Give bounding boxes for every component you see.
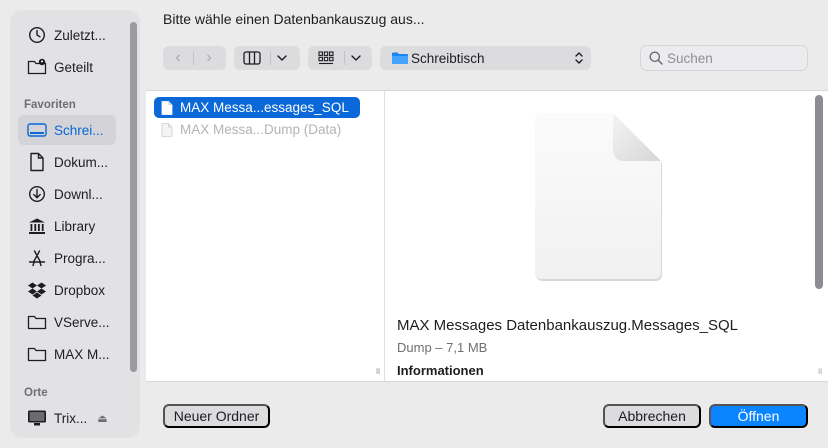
column-resize-handle[interactable]: ॥ xyxy=(817,364,822,377)
folder-icon xyxy=(392,52,408,64)
preview-scrollbar[interactable] xyxy=(815,95,823,289)
applications-icon xyxy=(26,247,48,269)
open-button[interactable]: Öffnen xyxy=(709,404,808,428)
sidebar-item-shared[interactable]: Geteilt xyxy=(18,52,116,82)
clock-icon xyxy=(26,24,48,46)
sidebar-item-vserver[interactable]: VServe... xyxy=(18,307,116,337)
sidebar-item-label: VServe... xyxy=(54,314,110,330)
sidebar-item-applications[interactable]: Progra... xyxy=(18,243,116,273)
file-column: MAX Messa...essages_SQL MAX Messa...Dump… xyxy=(146,91,384,381)
sidebar-item-recents[interactable]: Zuletzt... xyxy=(18,20,116,50)
grid-view-icon xyxy=(308,46,344,70)
sidebar-item-documents[interactable]: Dokum... xyxy=(18,147,116,177)
file-row: MAX Messa...Dump (Data) xyxy=(154,119,360,140)
sidebar-item-desktop[interactable]: Schrei... xyxy=(18,115,116,145)
cancel-button[interactable]: Abbrechen xyxy=(603,404,701,428)
sidebar-item-label: Progra... xyxy=(54,250,106,266)
chevron-down-icon xyxy=(345,46,367,70)
column-resize-handle[interactable]: ॥ xyxy=(375,364,380,377)
folder-icon xyxy=(26,311,48,333)
sidebar-item-label: Zuletzt... xyxy=(54,27,106,43)
shared-folder-icon xyxy=(26,56,48,78)
new-folder-button[interactable]: Neuer Ordner xyxy=(163,404,270,428)
search-icon xyxy=(649,51,663,65)
file-name: MAX Messa...Dump (Data) xyxy=(180,122,342,137)
sidebar-item-label: Dropbox xyxy=(54,282,106,298)
library-icon xyxy=(26,215,48,237)
sidebar-item-label: MAX M... xyxy=(54,346,110,362)
sidebar-item-downloads[interactable]: Downl... xyxy=(18,179,116,209)
sidebar-item-trix[interactable]: Trix... ⏏ xyxy=(18,403,116,433)
sidebar-item-label: Schrei... xyxy=(54,122,104,138)
location-popup[interactable]: Schreibtisch xyxy=(380,46,591,70)
download-icon xyxy=(26,183,48,205)
folder-icon xyxy=(26,343,48,365)
sidebar-item-max-messages[interactable]: MAX M... xyxy=(18,339,116,369)
document-preview-icon xyxy=(535,113,662,281)
desktop-icon xyxy=(26,119,48,141)
search-input[interactable] xyxy=(667,50,797,66)
sidebar-item-library[interactable]: Library xyxy=(18,211,116,241)
sidebar: Zuletzt... Geteilt Favoriten Schrei... D… xyxy=(10,10,140,438)
forward-button[interactable]: › xyxy=(194,46,224,70)
back-button[interactable]: ‹ xyxy=(163,46,193,70)
sidebar-item-label: Geteilt xyxy=(54,59,94,75)
group-by-popup[interactable] xyxy=(308,46,372,70)
favorites-header: Favoriten xyxy=(24,99,76,111)
file-browser: MAX Messa...essages_SQL MAX Messa...Dump… xyxy=(146,90,828,382)
preview-file-meta: Dump – 7,1 MB xyxy=(397,340,488,355)
view-mode-popup[interactable] xyxy=(234,46,300,70)
dropbox-icon xyxy=(26,279,48,301)
file-row[interactable]: MAX Messa...essages_SQL xyxy=(154,97,360,118)
up-down-chevron-icon xyxy=(575,52,583,64)
places-header: Orte xyxy=(24,387,48,399)
document-icon xyxy=(26,151,48,173)
preview-info-header: Informationen xyxy=(397,363,484,378)
preview-pane: MAX Messages Datenbankauszug.Messages_SQ… xyxy=(375,91,828,381)
file-name: MAX Messa...essages_SQL xyxy=(180,100,349,115)
dialog-title: Bitte wähle einen Datenbankauszug aus... xyxy=(163,11,425,27)
file-icon xyxy=(161,100,173,115)
file-icon xyxy=(161,122,173,137)
location-label: Schreibtisch xyxy=(411,50,485,66)
sidebar-item-label: Library xyxy=(54,218,96,234)
columns-view-icon xyxy=(234,46,270,70)
eject-icon[interactable]: ⏏ xyxy=(97,412,107,425)
nav-buttons: ‹ › xyxy=(163,46,226,70)
search-field[interactable] xyxy=(640,45,808,71)
sidebar-item-label: Downl... xyxy=(54,186,103,202)
preview-file-name: MAX Messages Datenbankauszug.Messages_SQ… xyxy=(397,317,739,334)
sidebar-item-label: Dokum... xyxy=(54,154,109,170)
monitor-icon xyxy=(26,407,48,429)
sidebar-item-label: Trix... xyxy=(54,410,88,426)
chevron-down-icon xyxy=(271,46,293,70)
sidebar-item-dropbox[interactable]: Dropbox xyxy=(18,275,116,305)
sidebar-scrollbar[interactable] xyxy=(130,22,137,372)
